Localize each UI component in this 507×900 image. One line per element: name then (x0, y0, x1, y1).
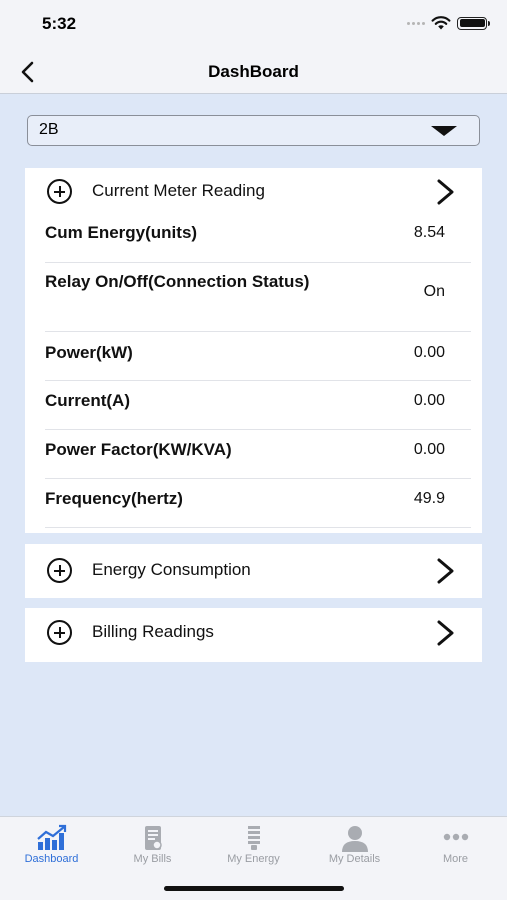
plus-circle-icon (47, 558, 72, 583)
reading-row-frequency: Frequency(hertz) 49.9 (45, 479, 471, 528)
reading-label: Power(kW) (45, 343, 133, 362)
status-time: 5:32 (42, 14, 77, 33)
reading-value: 0.00 (413, 392, 445, 409)
wifi-icon (431, 16, 451, 30)
chevron-right-icon (437, 179, 454, 205)
chevron-right-icon (437, 620, 454, 646)
tab-my-energy[interactable]: My Energy (203, 817, 304, 877)
current-meter-reading-header[interactable]: Current Meter Reading (25, 168, 482, 214)
page-title: DashBoard (208, 62, 299, 81)
reading-row-current: Current(A) 0.00 (45, 381, 471, 430)
plus-circle-icon (47, 179, 72, 204)
bulb-icon (247, 826, 260, 850)
meter-select-dropdown[interactable]: 2B (27, 115, 480, 146)
section-title: Current Meter Reading (92, 181, 265, 200)
energy-consumption-card[interactable]: Energy Consumption (25, 544, 482, 598)
reading-label: Cum Energy(units) (45, 223, 198, 242)
reading-value: 0.00 (413, 441, 445, 458)
tab-label: More (442, 853, 469, 865)
navigation-bar: DashBoard (0, 52, 507, 94)
billing-readings-card[interactable]: Billing Readings (25, 608, 482, 662)
reading-row-relay-status: Relay On/Off(Connection Status) On (45, 263, 471, 332)
plus-circle-icon (47, 620, 72, 645)
reading-value: 0.00 (413, 344, 445, 361)
meter-select-value: 2B (39, 121, 59, 138)
dashboard-chart-icon (36, 824, 66, 850)
person-icon (341, 826, 368, 852)
tab-label: My Energy (227, 853, 280, 865)
tab-my-bills[interactable]: My Bills (102, 817, 203, 877)
chevron-right-icon (437, 558, 454, 584)
reading-row-cum-energy: Cum Energy(units) 8.54 (45, 214, 471, 263)
reading-label: Current(A) (45, 391, 130, 410)
reading-value: 49.9 (413, 490, 445, 507)
reading-value: 8.54 (413, 224, 445, 241)
bill-icon (144, 826, 162, 850)
reading-label: Frequency(hertz) (45, 489, 183, 508)
reading-row-power-factor: Power Factor(KW/KVA) 0.00 (45, 430, 471, 479)
more-dots-icon (443, 833, 468, 841)
caret-down-icon (431, 126, 457, 136)
status-icons (407, 16, 490, 30)
reading-label: Relay On/Off(Connection Status) (45, 272, 310, 291)
reading-value: On (423, 283, 445, 300)
tab-my-details[interactable]: My Details (304, 817, 405, 877)
reading-row-power: Power(kW) 0.00 (45, 332, 471, 381)
status-bar: 5:32 (0, 0, 507, 52)
cellular-signal-icon (407, 21, 425, 25)
home-indicator (164, 886, 344, 891)
battery-icon (457, 16, 490, 30)
section-title: Energy Consumption (92, 560, 251, 579)
tab-more[interactable]: More (405, 817, 506, 877)
billing-readings-header[interactable]: Billing Readings (25, 608, 482, 662)
tab-label: Dashboard (24, 853, 79, 865)
tab-dashboard[interactable]: Dashboard (1, 817, 102, 877)
tab-label: My Details (328, 853, 381, 865)
tab-label: My Bills (133, 853, 172, 865)
energy-consumption-header[interactable]: Energy Consumption (25, 544, 482, 598)
section-title: Billing Readings (92, 622, 214, 641)
reading-label: Power Factor(KW/KVA) (45, 440, 232, 459)
current-meter-reading-card: Current Meter Reading Cum Energy(units) … (25, 168, 482, 533)
